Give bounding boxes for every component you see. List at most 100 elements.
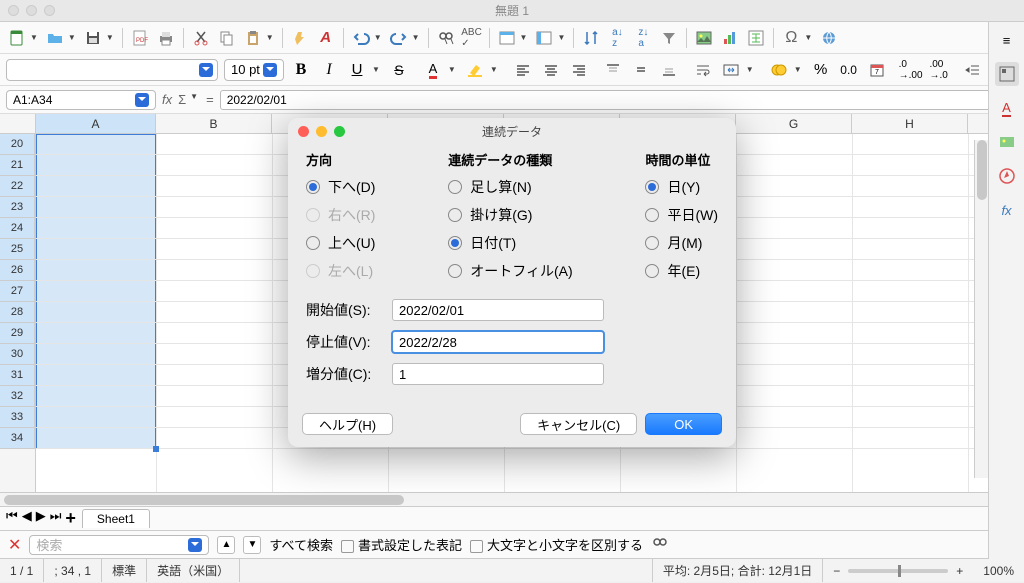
chevron-down-icon[interactable] [199,63,213,77]
zoom-in-icon[interactable]: + [956,564,963,578]
row-header[interactable]: 21 [0,155,35,176]
type-linear-radio[interactable]: 足し算(N) [448,177,572,197]
percent-button[interactable]: % [810,59,832,81]
zoom-out-icon[interactable]: − [833,564,840,578]
find-next-button[interactable]: ▼ [243,536,261,554]
chevron-down-icon[interactable] [188,538,202,552]
zoom-slider[interactable] [848,569,948,573]
dialog-zoom-icon[interactable] [334,126,345,137]
zoom-window-icon[interactable] [44,5,55,16]
formula-input[interactable]: 2022/02/01 [220,90,998,110]
minimize-window-icon[interactable] [26,5,37,16]
inc-indent-button[interactable] [962,59,984,81]
chevron-down-icon[interactable]: ▼ [372,65,380,74]
type-autofill-radio[interactable]: オートフィル(A) [448,261,572,281]
chevron-down-icon[interactable]: ▼ [557,33,565,42]
undo-button[interactable] [350,27,372,49]
styles-panel-icon[interactable]: A [995,96,1019,120]
increment-input[interactable] [392,363,604,385]
chevron-down-icon[interactable]: ▼ [106,33,114,42]
sort-desc-button[interactable]: z↓a [632,27,654,49]
next-tab-button[interactable]: ▶ [36,508,46,529]
find-button[interactable] [435,27,457,49]
direction-down-radio[interactable]: 下へ(D) [306,177,375,197]
wrap-text-button[interactable] [692,59,714,81]
start-value-input[interactable] [392,299,604,321]
redo-button[interactable] [388,27,410,49]
italic-button[interactable]: I [318,59,340,81]
cell-reference-input[interactable]: A1:A34 [6,90,156,110]
equals-button[interactable]: = [206,92,214,107]
bold-button[interactable]: B [290,59,312,81]
row-header[interactable]: 23 [0,197,35,218]
unit-month-radio[interactable]: 月(M) [645,233,718,253]
unit-year-radio[interactable]: 年(E) [645,261,718,281]
function-wizard-button[interactable]: fx [162,92,172,107]
valign-top-button[interactable] [602,59,624,81]
end-value-input[interactable] [392,331,604,353]
chevron-down-icon[interactable]: ▼ [266,33,274,42]
currency-button[interactable] [768,59,790,81]
ok-button[interactable]: OK [645,413,722,435]
row-header[interactable]: 26 [0,260,35,281]
functions-panel-icon[interactable]: fx [995,198,1019,222]
chevron-down-icon[interactable]: ▼ [448,65,456,74]
dialog-close-icon[interactable] [298,126,309,137]
help-button[interactable]: ヘルプ(H) [302,413,393,435]
export-pdf-button[interactable]: PDF [129,27,151,49]
column-header[interactable]: G [736,114,852,133]
chevron-down-icon[interactable]: ▼ [746,65,754,74]
sum-button[interactable]: Σ [178,92,186,107]
find-all-button[interactable]: すべて検索 [269,535,333,554]
direction-up-radio[interactable]: 上へ(U) [306,233,375,253]
chevron-down-icon[interactable]: ▼ [68,33,76,42]
cancel-button[interactable]: キャンセル(C) [520,413,637,435]
copy-button[interactable] [216,27,238,49]
dec-decimal-button[interactable]: .00→.0 [928,59,950,81]
navigator-panel-icon[interactable] [995,164,1019,188]
gallery-panel-icon[interactable] [995,130,1019,154]
zoom-value[interactable]: 100% [973,559,1024,582]
chevron-down-icon[interactable] [135,93,149,107]
chevron-down-icon[interactable] [263,63,277,77]
chart-button[interactable] [719,27,741,49]
sheet-tab-1[interactable]: Sheet1 [82,509,150,528]
chevron-down-icon[interactable]: ▼ [190,92,198,107]
find-prev-button[interactable]: ▲ [217,536,235,554]
autofilter-button[interactable] [658,27,680,49]
chevron-down-icon[interactable]: ▼ [30,33,38,42]
font-color-button[interactable]: A [422,59,444,81]
spellcheck-button[interactable]: ABC✓ [461,27,483,49]
valign-middle-button[interactable] [630,59,652,81]
chevron-down-icon[interactable]: ▼ [804,33,812,42]
paste-button[interactable] [242,27,264,49]
properties-panel-icon[interactable] [995,62,1019,86]
align-right-button[interactable] [568,59,590,81]
dialog-minimize-icon[interactable] [316,126,327,137]
sidebar-toggle-icon[interactable]: ≡ [995,28,1019,52]
column-header[interactable]: A [36,114,156,133]
unit-day-radio[interactable]: 日(Y) [645,177,718,197]
language[interactable]: 英語（米国） [147,559,240,582]
prev-tab-button[interactable]: ◀ [22,508,32,529]
fill-handle[interactable] [153,446,159,452]
row-header[interactable]: 31 [0,365,35,386]
print-button[interactable] [155,27,177,49]
formatted-display-checkbox[interactable] [341,540,354,553]
row-header[interactable]: 33 [0,407,35,428]
special-char-button[interactable]: Ω [780,27,802,49]
number-format-button[interactable]: 0.0 [838,59,860,81]
chevron-down-icon[interactable]: ▼ [490,65,498,74]
clone-format-button[interactable] [289,27,311,49]
col-button[interactable] [533,27,555,49]
underline-button[interactable]: U [346,59,368,81]
strikethrough-button[interactable]: S [388,59,410,81]
chevron-down-icon[interactable]: ▼ [520,33,528,42]
row-header[interactable]: 29 [0,323,35,344]
date-format-button[interactable]: 7 [866,59,888,81]
new-doc-button[interactable] [6,27,28,49]
row-header[interactable]: 30 [0,344,35,365]
valign-bottom-button[interactable] [658,59,680,81]
column-header[interactable]: B [156,114,272,133]
type-date-radio[interactable]: 日付(T) [448,233,572,253]
